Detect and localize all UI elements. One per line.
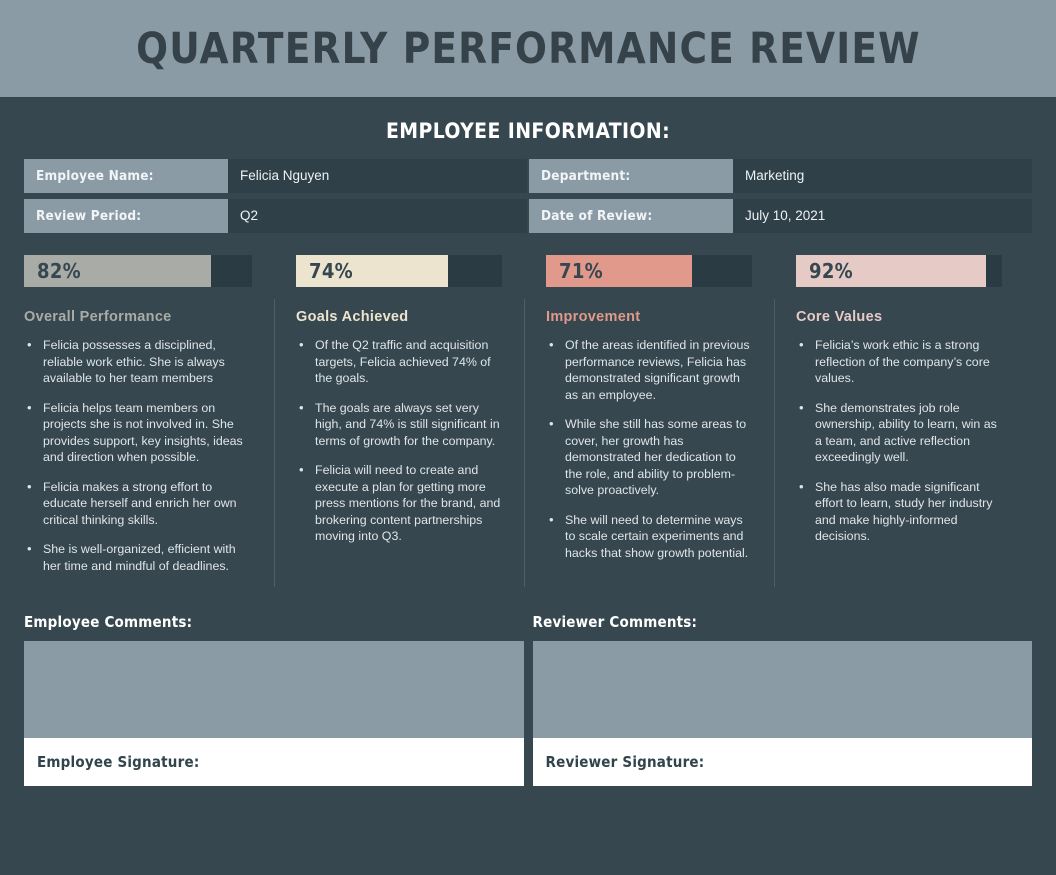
metric-column: 71% Improvement Of the areas identified in…: [524, 255, 774, 587]
metric-bullet-list: Of the areas identified in previous perf…: [546, 336, 752, 562]
comment-block: Reviewer Comments: Reviewer Signature:: [532, 613, 1032, 786]
comments-label: Employee Comments:: [24, 613, 193, 631]
review-period-value[interactable]: Q2: [228, 199, 527, 233]
metrics-section: 82% Overall Performance Felicia possesses …: [0, 239, 1056, 587]
comments-input[interactable]: [532, 641, 1032, 738]
list-item: She has also made significant effort to …: [796, 478, 1002, 545]
progress-bar-fill: 82%: [24, 255, 211, 287]
progress-bar-track: 71%: [546, 255, 752, 287]
list-item: Felicia helps team members on projects s…: [24, 399, 252, 466]
employee-information-title: EMPLOYEE INFORMATION:: [385, 119, 671, 143]
percentage-label: 71%: [559, 259, 603, 283]
metric-bullet-list: Felicia’s work ethic is a strong reflect…: [796, 336, 1002, 545]
list-item: Felicia makes a strong effort to educate…: [24, 478, 252, 529]
field-label: Department:: [529, 159, 733, 193]
field-department: Department: Marketing: [529, 159, 1032, 193]
list-item: She demonstrates job role ownership, abi…: [796, 399, 1002, 466]
metric-column: 74% Goals Achieved Of the Q2 traffic and a…: [274, 255, 524, 587]
field-employee-name: Employee Name: Felicia Nguyen: [24, 159, 527, 193]
list-item: Felicia’s work ethic is a strong reflect…: [796, 336, 1002, 387]
signature-field[interactable]: Reviewer Signature:: [532, 738, 1032, 786]
date-of-review-value[interactable]: July 10, 2021: [733, 199, 1032, 233]
list-item: Of the Q2 traffic and acquisition target…: [296, 336, 502, 387]
comments-label: Reviewer Comments:: [532, 613, 698, 631]
comments-section: Employee Comments: Employee Signature: Rev…: [0, 587, 1056, 786]
employee-name-value[interactable]: Felicia Nguyen: [228, 159, 527, 193]
field-label: Date of Review:: [529, 199, 733, 233]
list-item: She is well-organized, efficient with he…: [24, 540, 252, 574]
info-row: Employee Name: Felicia Nguyen Department…: [24, 159, 1032, 193]
progress-bar-fill: 92%: [796, 255, 986, 287]
metric-column: 82% Overall Performance Felicia possesses …: [24, 255, 274, 587]
list-item: She will need to determine ways to scale…: [546, 511, 752, 562]
field-review-period: Review Period: Q2: [24, 199, 527, 233]
metric-bullet-list: Felicia possesses a disciplined, reliabl…: [24, 336, 252, 574]
metric-heading: Overall Performance: [24, 309, 172, 325]
department-value[interactable]: Marketing: [733, 159, 1032, 193]
comments-input[interactable]: [24, 641, 524, 738]
metric-heading: Improvement: [546, 309, 641, 325]
signature-field[interactable]: Employee Signature:: [24, 738, 524, 786]
employee-information-grid: Employee Name: Felicia Nguyen Department…: [0, 159, 1056, 233]
progress-bar-fill: 71%: [546, 255, 693, 287]
list-item: Felicia will need to create and execute …: [296, 461, 502, 545]
progress-bar-track: 92%: [796, 255, 1002, 287]
progress-bar-fill: 74%: [296, 255, 449, 287]
list-item: Of the areas identified in previous perf…: [546, 336, 752, 403]
page-title: QUARTERLY PERFORMANCE REVIEW: [135, 23, 921, 74]
list-item: The goals are always set very high, and …: [296, 399, 502, 450]
metric-column: 92% Core Values Felicia’s work ethic is a …: [774, 255, 1024, 587]
info-row: Review Period: Q2 Date of Review: July 1…: [24, 199, 1032, 233]
progress-bar-track: 74%: [296, 255, 502, 287]
progress-bar-track: 82%: [24, 255, 252, 287]
field-label: Review Period:: [24, 199, 228, 233]
metric-heading: Goals Achieved: [296, 309, 409, 325]
percentage-label: 74%: [309, 259, 353, 283]
percentage-label: 92%: [809, 259, 853, 283]
metric-bullet-list: Of the Q2 traffic and acquisition target…: [296, 336, 502, 545]
field-label: Employee Name:: [24, 159, 228, 193]
page-header: QUARTERLY PERFORMANCE REVIEW: [0, 0, 1056, 97]
signature-label: Reviewer Signature:: [545, 753, 705, 771]
metric-heading: Core Values: [796, 309, 883, 325]
signature-label: Employee Signature:: [37, 753, 200, 771]
percentage-label: 82%: [37, 259, 81, 283]
list-item: Felicia possesses a disciplined, reliabl…: [24, 336, 252, 387]
list-item: While she still has some areas to cover,…: [546, 415, 752, 499]
field-date-of-review: Date of Review: July 10, 2021: [529, 199, 1032, 233]
comment-block: Employee Comments: Employee Signature:: [24, 613, 524, 786]
